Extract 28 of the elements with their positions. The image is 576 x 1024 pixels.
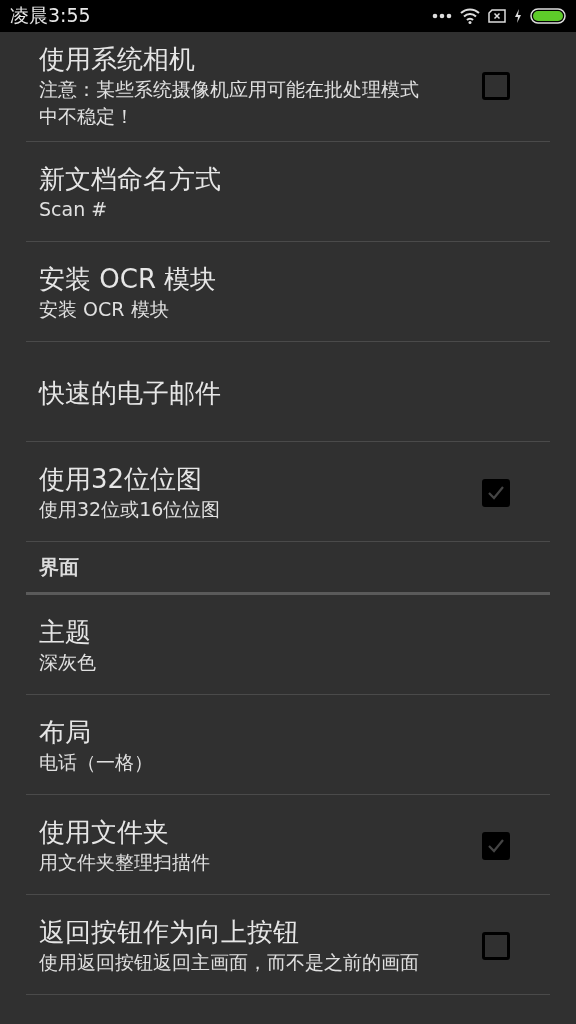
setting-title: 布局 [39, 716, 91, 749]
settings-item[interactable]: 返回按钮作为向上按钮 使用返回按钮返回主画面，而不是之前的画面 [26, 895, 550, 995]
settings-item[interactable]: 安装 OCR 模块 安装 OCR 模块 [26, 242, 550, 342]
setting-title: 返回按钮作为向上按钮 [39, 916, 299, 949]
settings-item[interactable]: 布局 电话（一格） [26, 695, 550, 795]
settings-item[interactable]: 使用系统相机 注意：某些系统摄像机应用可能在批处理模式中不稳定！ [26, 32, 550, 142]
settings-item[interactable]: 使用32位位图 使用32位或16位位图 [26, 442, 550, 542]
setting-title: 主题 [39, 616, 91, 649]
setting-title: 快速的电子邮件 [39, 376, 221, 410]
setting-summary: 使用返回按钮返回主画面，而不是之前的画面 [39, 950, 420, 975]
status-time: 凌晨3:55 [10, 3, 91, 28]
setting-title: 安装 OCR 模块 [39, 263, 217, 296]
setting-summary: 电话（一格） [39, 750, 154, 775]
setting-title: 新文档命名方式 [39, 163, 221, 196]
setting-summary: 深灰色 [39, 650, 97, 675]
setting-summary: 注意：某些系统摄像机应用可能在批处理模式中不稳定！ [39, 77, 420, 129]
setting-summary: Scan # [39, 197, 109, 222]
settings-item[interactable]: 新文档命名方式 Scan # [26, 142, 550, 242]
settings-item[interactable]: 主题 深灰色 [26, 595, 550, 695]
category-header: 界面 [39, 553, 79, 581]
setting-summary: 使用32位或16位位图 [39, 497, 222, 522]
setting-title: 使用系统相机 [39, 43, 195, 76]
setting-summary: 用文件夹整理扫描件 [39, 850, 211, 875]
setting-title: 使用32位位图 [39, 463, 203, 496]
setting-summary: 安装 OCR 模块 [39, 297, 170, 322]
setting-title: 使用文件夹 [39, 816, 169, 849]
settings-item[interactable]: 快速的电子邮件 [26, 342, 550, 442]
settings-item[interactable]: 使用文件夹 用文件夹整理扫描件 [26, 795, 550, 895]
